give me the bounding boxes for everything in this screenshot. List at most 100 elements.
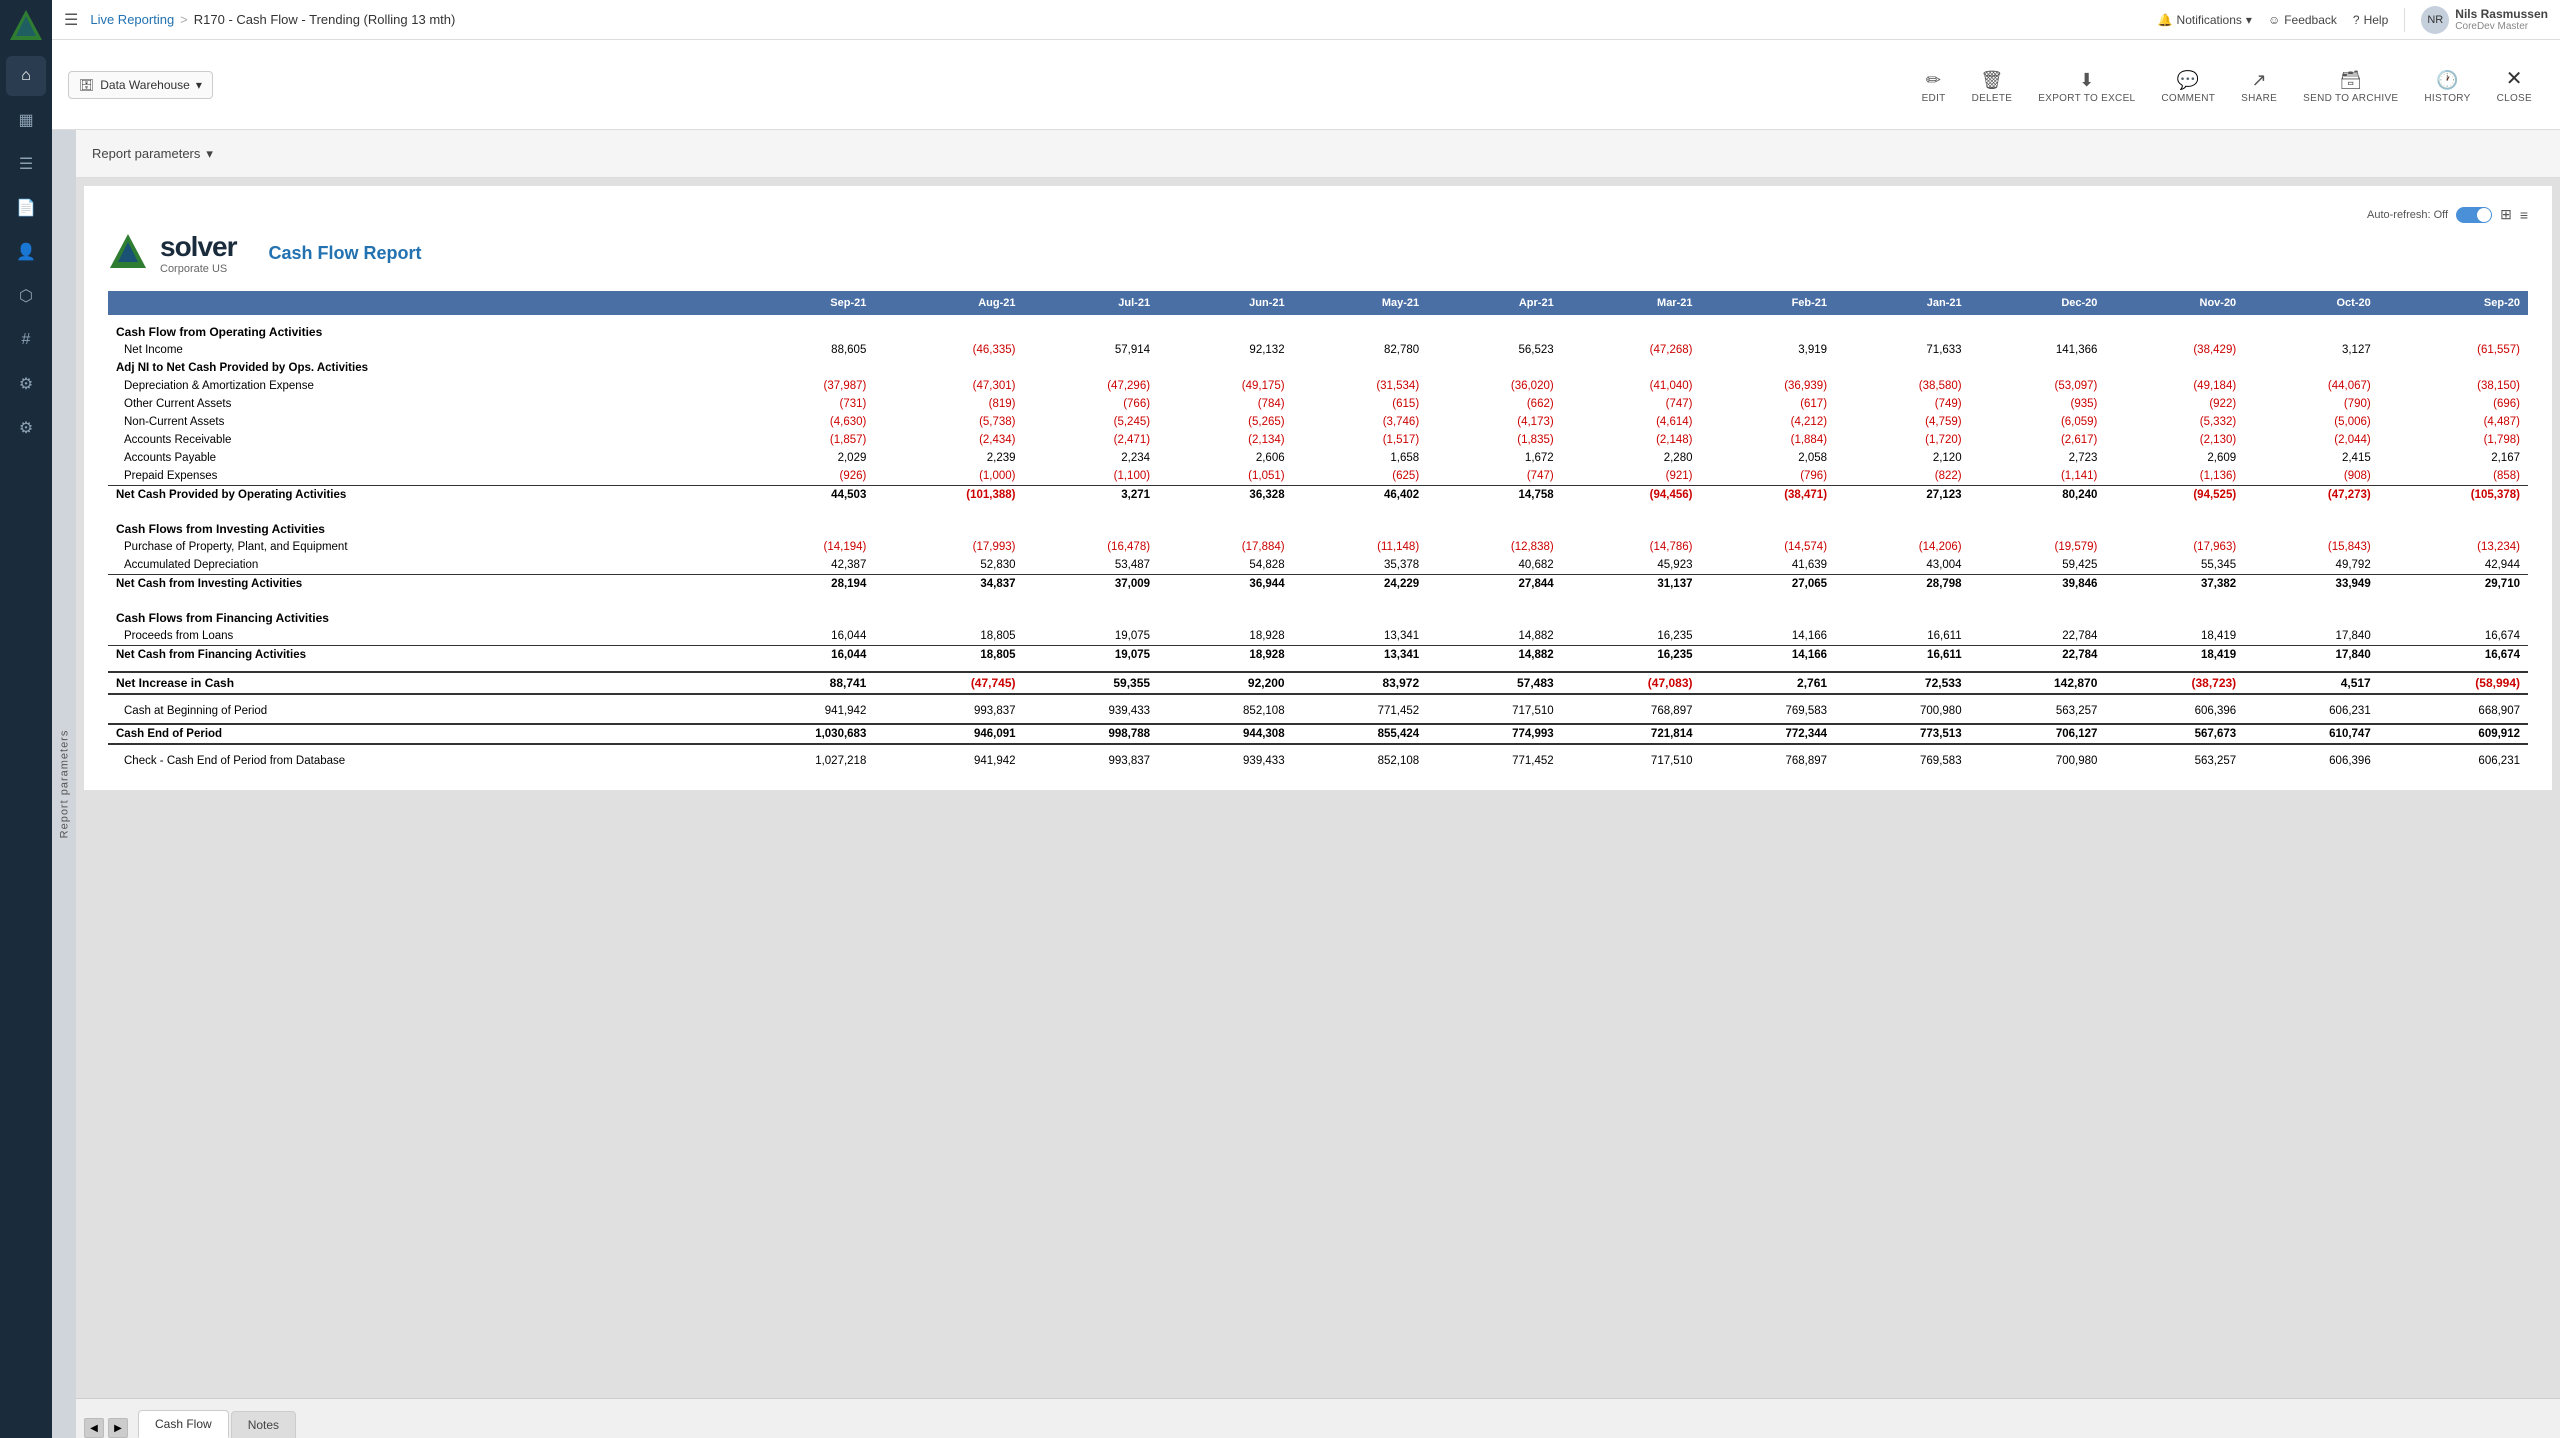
user-name: Nils Rasmussen <box>2455 7 2548 21</box>
left-panel: Report parameters <box>52 130 76 1438</box>
cell-value: 44,503 <box>721 486 875 505</box>
col-header-label <box>108 291 721 315</box>
cell-value: (3,746) <box>1293 413 1428 431</box>
cell-value: 72,533 <box>1835 672 1970 694</box>
table-row: Adj NI to Net Cash Provided by Ops. Acti… <box>108 359 2528 377</box>
tab-next-button[interactable]: ▶ <box>108 1418 128 1438</box>
sidebar-item-settings[interactable]: ⚙ <box>6 408 46 448</box>
cell-value: 14,758 <box>1427 486 1562 505</box>
cell-value: 37,009 <box>1024 575 1159 594</box>
edit-button[interactable]: ✏ EDIT <box>1910 64 1958 110</box>
cell-value: (47,268) <box>1562 341 1701 359</box>
cell-value <box>2105 601 2244 627</box>
cell-value: 13,341 <box>1293 627 1428 646</box>
sidebar-item-home[interactable]: ⌂ <box>6 56 46 96</box>
cell-value: 36,328 <box>1158 486 1293 505</box>
tab-cash-flow[interactable]: Cash Flow <box>138 1410 229 1438</box>
breadcrumb-live-reporting[interactable]: Live Reporting <box>90 12 174 27</box>
share-button[interactable]: ↗ SHARE <box>2229 64 2289 110</box>
cell-value: (662) <box>1427 395 1562 413</box>
sidebar-item-reports[interactable]: ☰ <box>6 144 46 184</box>
tab-prev-button[interactable]: ◀ <box>84 1418 104 1438</box>
cell-value: 34,837 <box>874 575 1023 594</box>
data-warehouse-selector[interactable]: 🗄 Data Warehouse ▾ <box>68 71 213 99</box>
cell-value <box>1562 601 1701 627</box>
cell-value <box>1427 601 1562 627</box>
sidebar-item-people[interactable]: 👤 <box>6 232 46 272</box>
sidebar-item-calculator[interactable]: # <box>6 320 46 360</box>
cell-value <box>1562 359 1701 377</box>
cell-value: (1,141) <box>1970 467 2106 486</box>
cell-value <box>1835 601 1970 627</box>
cell-value <box>1835 359 1970 377</box>
cell-value: (1,857) <box>721 431 875 449</box>
cell-value: (696) <box>2379 395 2528 413</box>
grid-view-icon[interactable]: ⊞ <box>2500 206 2512 223</box>
cell-value: 852,108 <box>1293 752 1428 770</box>
hamburger-menu[interactable]: ☰ <box>64 10 78 30</box>
cell-value: 59,425 <box>1970 556 2106 575</box>
cell-value: 52,830 <box>874 556 1023 575</box>
cell-value: (1,884) <box>1701 431 1836 449</box>
feedback-button[interactable]: ☺ Feedback <box>2268 13 2337 27</box>
cell-value <box>1970 315 2106 341</box>
cell-value: (2,134) <box>1158 431 1293 449</box>
cell-value: 17,840 <box>2244 646 2379 665</box>
cell-value: 772,344 <box>1701 724 1836 744</box>
sidebar-item-wrench[interactable]: ⚙ <box>6 364 46 404</box>
cell-value: 18,928 <box>1158 627 1293 646</box>
cell-value: (790) <box>2244 395 2379 413</box>
cell-value: (38,150) <box>2379 377 2528 395</box>
row-label: Net Cash Provided by Operating Activitie… <box>108 486 721 505</box>
cell-value: 668,907 <box>2379 702 2528 720</box>
auto-refresh-toggle[interactable] <box>2456 207 2492 223</box>
row-label: Prepaid Expenses <box>108 467 721 486</box>
cell-value: 768,897 <box>1701 752 1836 770</box>
export-excel-button[interactable]: ⬇ EXPORT TO EXCEL <box>2026 64 2147 110</box>
col-header-feb21: Feb-21 <box>1701 291 1836 315</box>
cell-value: 92,132 <box>1158 341 1293 359</box>
table-row: Net Increase in Cash88,741(47,745)59,355… <box>108 672 2528 694</box>
row-label: Proceeds from Loans <box>108 627 721 646</box>
col-header-aug21: Aug-21 <box>874 291 1023 315</box>
cell-value: 774,993 <box>1427 724 1562 744</box>
table-row: Cash at Beginning of Period941,942993,83… <box>108 702 2528 720</box>
sidebar-item-layers[interactable]: ⬡ <box>6 276 46 316</box>
cell-value <box>874 601 1023 627</box>
cell-value: (4,630) <box>721 413 875 431</box>
cell-value: 31,137 <box>1562 575 1701 594</box>
cell-value: 609,912 <box>2379 724 2528 744</box>
sidebar-item-charts[interactable]: ▦ <box>6 100 46 140</box>
notifications-button[interactable]: 🔔 Notifications ▾ <box>2158 13 2252 27</box>
cell-value: (61,557) <box>2379 341 2528 359</box>
cell-value: (4,212) <box>1701 413 1836 431</box>
cell-value: (1,000) <box>874 467 1023 486</box>
send-archive-button[interactable]: 🗃 SEND TO ARCHIVE <box>2291 64 2410 110</box>
delete-button[interactable]: 🗑 DELETE <box>1960 64 2025 110</box>
cell-value: (14,786) <box>1562 538 1701 556</box>
list-view-icon[interactable]: ≡ <box>2520 207 2528 223</box>
comment-button[interactable]: 💬 COMMENT <box>2149 64 2227 110</box>
row-label: Cash Flow from Operating Activities <box>108 315 721 341</box>
table-row: Cash Flows from Financing Activities <box>108 601 2528 627</box>
breadcrumb-current-page: R170 - Cash Flow - Trending (Rolling 13 … <box>194 12 456 27</box>
help-button[interactable]: ? Help <box>2353 13 2388 27</box>
cell-value <box>874 315 1023 341</box>
user-info[interactable]: NR Nils Rasmussen CoreDev Master <box>2421 6 2548 34</box>
app-logo[interactable] <box>8 8 44 44</box>
cell-value: (17,963) <box>2105 538 2244 556</box>
sidebar-item-documents[interactable]: 📄 <box>6 188 46 228</box>
close-button[interactable]: ✕ CLOSE <box>2485 60 2544 110</box>
cell-value <box>2244 359 2379 377</box>
help-label: Help <box>2364 13 2389 27</box>
cell-value: 80,240 <box>1970 486 2106 505</box>
cell-value: 42,387 <box>721 556 875 575</box>
cell-value: 16,044 <box>721 646 875 665</box>
row-label: Check - Cash End of Period from Database <box>108 752 721 770</box>
cell-value: 16,235 <box>1562 646 1701 665</box>
tab-notes[interactable]: Notes <box>231 1411 296 1438</box>
history-button[interactable]: 🕐 HISTORY <box>2412 64 2482 110</box>
breadcrumb-separator: > <box>180 12 188 27</box>
archive-icon: 🗃 <box>2339 70 2362 91</box>
report-params-button[interactable]: Report parameters ▾ <box>92 146 213 162</box>
